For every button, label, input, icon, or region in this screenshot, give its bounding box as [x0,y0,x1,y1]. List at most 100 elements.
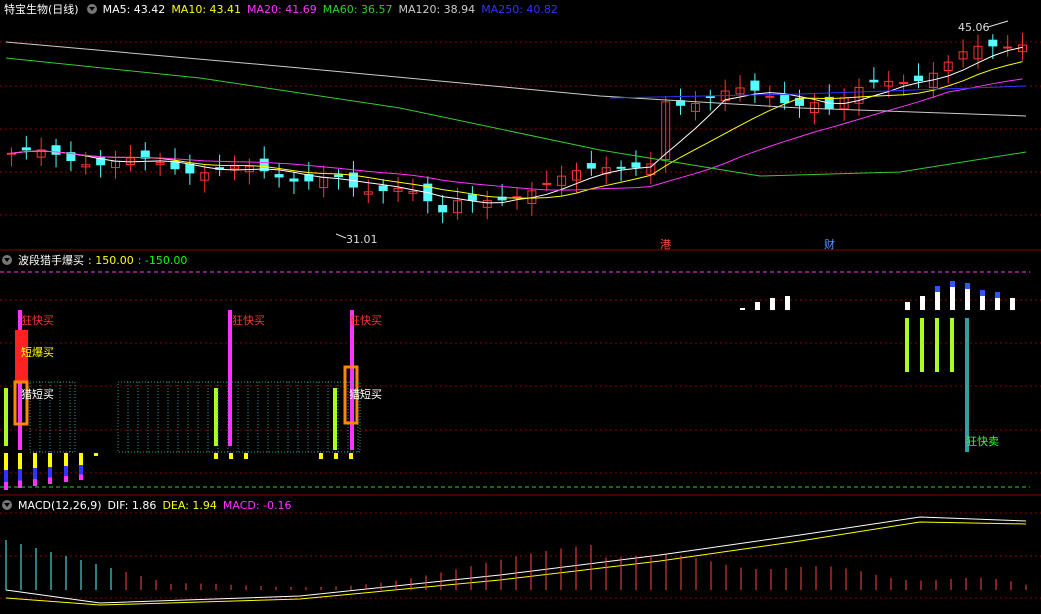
signal-label: 狂快买 [232,314,265,327]
ma5-value: MA5: 43.42 [102,3,166,16]
kuai-buy-bar [228,310,232,446]
ma5-line [11,46,1023,204]
high-price-marker: 45.06 [958,20,1009,34]
macd-panel-header: MACD(12,26,9) DIF: 1.86 DEA: 1.94 MACD: -0.… [0,498,298,514]
lime-bar [4,388,8,446]
signal-label: 猎短买 [349,387,382,401]
grid-lines [0,41,1041,599]
macd-value: MACD: -0.16 [222,499,292,512]
event-tag-finance[interactable]: 财 [824,237,835,251]
blue-bar [995,292,1000,298]
dif-value: DIF: 1.86 [107,499,157,512]
dropdown-icon[interactable] [2,255,12,265]
indicator-title[interactable]: 波段猎手爆买 [18,254,84,267]
magenta-bar [33,479,37,486]
yellow-bar [214,453,218,459]
white-bar [770,298,775,310]
macd-title[interactable]: MACD(12,26,9) [18,499,102,512]
candle-body [913,75,923,82]
signal-label: 猎短买 [21,387,54,401]
yellow-bar [18,453,22,469]
dea-value: DEA: 1.94 [162,499,217,512]
candle-body [869,79,879,83]
candle-body [705,95,715,98]
magenta-bar [18,480,22,488]
candle-body [289,178,299,182]
candle-body [899,82,909,85]
candle-body [780,94,790,104]
yellow-bar [48,453,52,467]
magenta-bar [48,477,52,484]
lime-bar [214,388,218,446]
white-bar [740,308,745,310]
white-bar [950,283,955,310]
chart-canvas[interactable]: 45.06 31.01 港 财 狂快买 短爆买 猎短买 狂快买 狂快买 猎短买 … [0,0,1041,614]
blue-bar [64,466,68,476]
candle-body [988,39,998,47]
lime-bar [905,318,909,372]
event-tag-hk[interactable]: 港 [660,238,671,251]
dropdown-icon[interactable] [86,4,97,14]
candle-body [586,163,596,169]
dotted-zone [117,381,361,453]
ma120-value: MA120: 38.94 [398,3,476,16]
magenta-bar [64,476,68,482]
white-bar [755,302,760,310]
lime-bar [950,318,954,372]
magenta-bar [4,482,8,490]
candle-body [51,145,61,155]
macd-plot [5,540,1027,590]
lime-bar [920,318,924,372]
ma250-line [609,85,1027,99]
candle-body [631,162,641,168]
ma120-line [5,41,1027,117]
candle-body [274,174,284,178]
candle-body [21,147,31,151]
white-bar [935,290,940,310]
ma20-value: MA20: 41.69 [247,3,317,16]
low-price-marker: 31.01 [335,233,378,246]
white-bar [785,296,790,310]
signal-label: 狂快卖 [966,435,999,448]
white-bar [965,286,970,310]
yellow-bar [229,453,233,459]
low-price-label: 31.01 [346,233,378,246]
candle-body [378,185,388,192]
ma250-value: MA250: 40.82 [481,3,558,16]
blue-bar [4,470,8,482]
blue-bar [33,468,37,479]
teal-sell-bar [965,318,969,452]
dropdown-icon[interactable] [2,500,12,510]
yellow-bar [334,453,338,459]
blue-bar [48,467,52,478]
candle-body [438,205,448,213]
yellow-bar [79,453,83,465]
ma10-value: MA10: 43.41 [171,3,242,16]
ma20-line [11,78,1023,191]
white-bar [1010,298,1015,310]
blue-bar [950,281,955,287]
main-panel-header: 特宝生物(日线) MA5: 43.42 MA10: 43.41 MA20: 41.69… [0,2,564,18]
magenta-bar [79,474,83,480]
signal-label: 狂快买 [349,314,382,327]
white-bar [995,296,1000,310]
yellow-bar [349,453,353,459]
yellow-bar [94,453,98,456]
candle-body [185,163,195,174]
yellow-bar [244,453,248,459]
blue-bar [935,286,940,292]
blue-bar [980,290,985,296]
indicator-value-upper: : 150.00 [88,254,134,267]
stock-title[interactable]: 特宝生物(日线) [4,3,79,16]
moving-average-lines [5,41,1027,606]
kuai-buy-bar [350,310,354,450]
signal-label: 狂快买 [21,314,54,327]
lime-bar [935,318,939,372]
blue-bar [79,465,83,475]
lime-bar [333,388,337,450]
candlesticks[interactable] [6,32,1028,224]
ma60-value: MA60: 36.57 [322,3,393,16]
candle-body [542,182,552,185]
candle-body [334,174,344,178]
yellow-bar [33,453,37,468]
